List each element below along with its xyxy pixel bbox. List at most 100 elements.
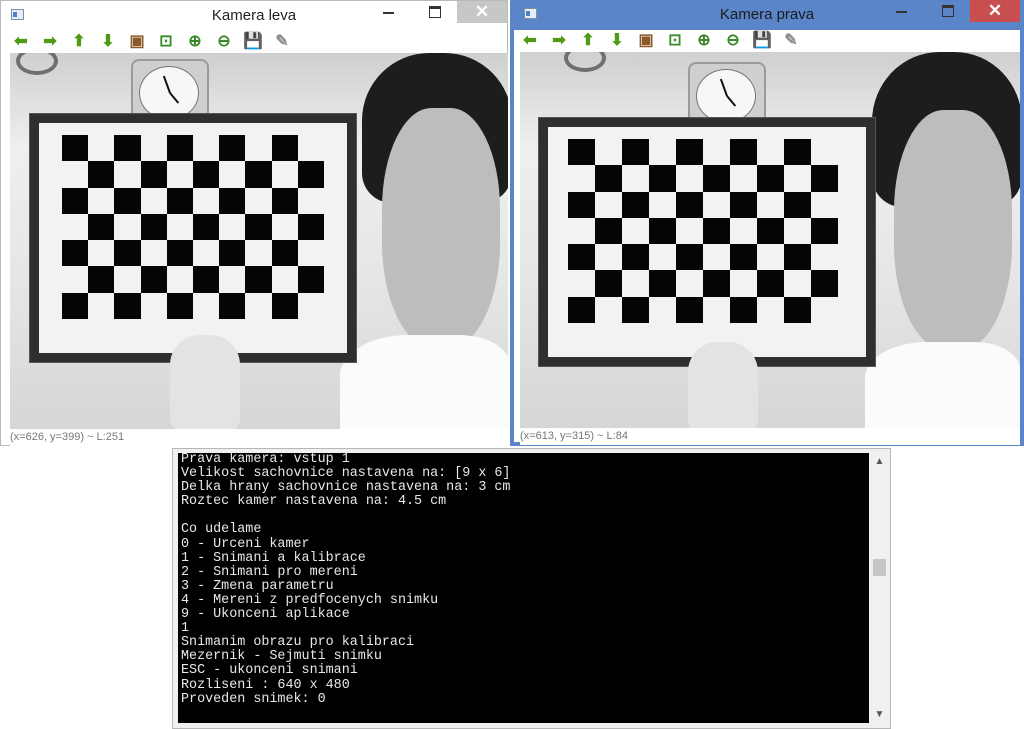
checker-square <box>649 192 676 218</box>
console-line: Co udelame <box>181 522 262 538</box>
left-status-text: (x=626, y=399) ~ L:251 <box>10 431 125 443</box>
checker-square <box>784 296 811 323</box>
console-line: 3 - Zmena parametru <box>181 578 334 594</box>
save-icon[interactable]: 💾 <box>243 32 263 52</box>
image-icon[interactable]: ▣ <box>636 31 656 51</box>
zoom-in-icon[interactable]: ⊕ <box>694 31 714 51</box>
scroll-thumb[interactable] <box>873 559 886 576</box>
console-line: 2 - Snimani pro mereni <box>181 564 358 580</box>
zoom-in-icon[interactable]: ⊕ <box>185 32 205 52</box>
checker-square <box>62 135 89 162</box>
brush-icon[interactable]: ✎ <box>781 31 801 51</box>
minimize-button[interactable] <box>367 1 411 23</box>
zoom-fit-icon[interactable]: ⊡ <box>156 32 176 52</box>
checker-square <box>193 161 220 188</box>
right-camera-window: Kamera prava ✕ ⬅ ➡ ⬆ ⬇ ▣ ⊡ ⊕ ⊖ 💾 ✎ (x=61… <box>510 0 1024 446</box>
arrow-up-icon[interactable]: ⬆ <box>578 31 598 51</box>
checker-square <box>622 296 649 323</box>
checker-square <box>595 297 622 323</box>
arrow-down-icon[interactable]: ⬇ <box>607 31 627 51</box>
console-line: 0 - Urceni kamer <box>181 536 310 552</box>
checker-square <box>811 270 838 297</box>
close-button[interactable]: ✕ <box>970 0 1020 22</box>
left-title-bar[interactable]: Kamera leva ✕ <box>1 1 507 31</box>
checker-square <box>568 218 595 244</box>
checker-square <box>568 270 595 296</box>
checker-square <box>622 218 649 244</box>
image-icon[interactable]: ▣ <box>127 32 147 52</box>
console-line: Delka hrany sachovnice nastavena na: 3 c… <box>181 480 511 496</box>
checker-square <box>114 292 141 319</box>
checker-square <box>271 135 298 162</box>
hand <box>688 342 758 428</box>
close-button[interactable]: ✕ <box>457 1 507 23</box>
checker-square <box>730 270 757 296</box>
checker-square <box>784 165 811 191</box>
checker-square <box>649 165 676 192</box>
arrow-right-icon[interactable]: ➡ <box>549 31 569 51</box>
checker-square <box>193 135 219 161</box>
checker-square <box>297 213 324 241</box>
checker-square <box>757 139 784 165</box>
checker-square <box>167 161 193 187</box>
scroll-down-icon[interactable]: ▼ <box>871 706 888 723</box>
person-shirt <box>340 335 508 429</box>
checker-square <box>757 165 784 192</box>
checker-square <box>784 244 811 271</box>
right-camera-image[interactable] <box>520 52 1020 428</box>
checker-square <box>114 161 140 187</box>
brush-icon[interactable]: ✎ <box>272 32 292 52</box>
checker-square <box>703 165 730 192</box>
checker-square <box>676 165 703 191</box>
maximize-button[interactable] <box>926 0 970 22</box>
checker-square <box>298 188 324 214</box>
console-line: Snimanim obrazu pro kalibraci <box>181 635 415 651</box>
checker-square <box>245 266 272 293</box>
checker-square <box>140 213 167 241</box>
maximize-button[interactable] <box>413 1 457 23</box>
console-scrollbar[interactable]: ▲ ▼ <box>871 453 888 723</box>
arrow-right-icon[interactable]: ➡ <box>40 32 60 52</box>
arrow-up-icon[interactable]: ⬆ <box>69 32 89 52</box>
checker-square <box>114 266 140 292</box>
person-face <box>894 110 1012 350</box>
person-shirt <box>865 342 1020 428</box>
checker-square <box>271 292 298 319</box>
checker-square <box>730 244 757 271</box>
checker-square <box>62 161 88 187</box>
minimize-button[interactable] <box>880 0 924 22</box>
console-output[interactable]: Prava kamera: vstup 1 Velikost sachovnice… <box>178 453 869 723</box>
arrow-down-icon[interactable]: ⬇ <box>98 32 118 52</box>
arrow-left-icon[interactable]: ⬅ <box>520 31 540 51</box>
checker-square <box>219 214 245 240</box>
arrow-left-icon[interactable]: ⬅ <box>11 32 31 52</box>
checker-square <box>595 139 622 165</box>
left-camera-window: Kamera leva ✕ ⬅ ➡ ⬆ ⬇ ▣ ⊡ ⊕ ⊖ 💾 ✎ (x=626… <box>0 0 508 446</box>
close-icon: ✕ <box>474 2 490 21</box>
checker-square <box>298 293 324 319</box>
checker-square <box>166 292 193 319</box>
save-icon[interactable]: 💾 <box>752 31 772 51</box>
console-line: Rozliseni : 640 x 480 <box>181 677 350 693</box>
checker-square <box>703 270 730 297</box>
scroll-up-icon[interactable]: ▲ <box>871 453 888 470</box>
left-camera-image[interactable] <box>10 53 508 429</box>
checker-square <box>649 270 676 297</box>
zoom-out-icon[interactable]: ⊖ <box>214 32 234 52</box>
right-title-bar[interactable]: Kamera prava ✕ <box>514 0 1020 30</box>
left-toolbar: ⬅ ➡ ⬆ ⬇ ▣ ⊡ ⊕ ⊖ 💾 ✎ <box>1 31 507 53</box>
checker-square <box>141 240 167 266</box>
checker-square <box>193 240 219 266</box>
hand <box>170 335 240 429</box>
checker-square <box>88 188 114 214</box>
checker-square <box>298 135 324 161</box>
zoom-fit-icon[interactable]: ⊡ <box>665 31 685 51</box>
checker-square <box>193 188 219 214</box>
checker-square <box>114 187 141 214</box>
zoom-out-icon[interactable]: ⊖ <box>723 31 743 51</box>
right-toolbar: ⬅ ➡ ⬆ ⬇ ▣ ⊡ ⊕ ⊖ 💾 ✎ <box>514 30 1020 52</box>
checker-square <box>114 214 140 240</box>
checker-square <box>272 161 298 187</box>
checker-square <box>193 266 220 293</box>
checker-square <box>811 244 838 270</box>
